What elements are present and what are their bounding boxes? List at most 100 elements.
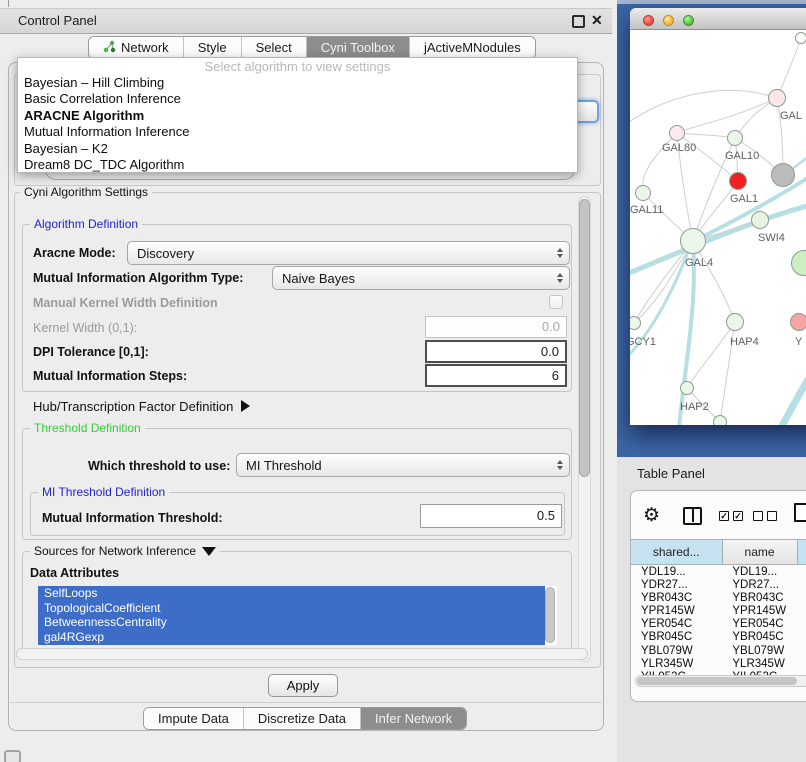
network-node[interactable]: [795, 32, 806, 44]
checked-checkbox-icon[interactable]: ✓: [733, 511, 743, 521]
kernel-width-field[interactable]: 0.0: [425, 316, 567, 338]
attribute-list-item[interactable]: BetweennessCentrality: [38, 615, 545, 630]
dpi-tolerance-field[interactable]: 0.0: [425, 340, 567, 363]
algorithm-definition-title: Algorithm Definition: [30, 218, 142, 230]
close-window-icon[interactable]: [643, 15, 654, 26]
unchecked-checkbox-icon[interactable]: [753, 511, 763, 521]
settings-hscroll-track[interactable]: [16, 648, 588, 660]
algorithm-option[interactable]: Bayesian – Hill Climbing: [18, 75, 577, 91]
tab-select[interactable]: Select: [242, 37, 307, 58]
network-canvas[interactable]: GALGAL80GAL10GAL1GAL11SWI4GAL4GCY1HAP4YH…: [630, 30, 806, 425]
node-label: GAL10: [725, 150, 759, 162]
apply-button[interactable]: Apply: [268, 674, 338, 697]
aracne-mode-select[interactable]: Discovery: [127, 241, 570, 265]
tab-jactivemnodules[interactable]: jActiveMNodules: [410, 37, 535, 58]
table-cell: YER054C: [631, 618, 722, 631]
table-row[interactable]: YPR145WYPR145W9.: [631, 605, 806, 618]
table-cell: YDL19...: [722, 566, 797, 579]
desktop-top-strip: [617, 0, 806, 4]
checked-checkbox-icon[interactable]: ✓: [719, 511, 729, 521]
control-panel-titlebar: Control Panel ✕: [0, 8, 612, 34]
attribute-list-item[interactable]: gal4RGexp: [38, 630, 545, 645]
dock-panel-icon[interactable]: [4, 750, 21, 762]
column-header[interactable]: [798, 539, 806, 565]
table-row[interactable]: YER054CYER054C8.: [631, 618, 806, 631]
table-cell: 9.: [798, 605, 806, 618]
network-node-swi4[interactable]: [751, 211, 769, 229]
tab-label: Style: [198, 40, 227, 55]
mi-threshold-field[interactable]: 0.5: [420, 504, 562, 528]
table-cell: YBL079W: [631, 645, 722, 658]
network-node[interactable]: [713, 415, 727, 425]
manual-kernel-checkbox[interactable]: [549, 295, 563, 309]
dropdown-prompt: Select algorithm to view settings: [18, 58, 577, 75]
sources-title[interactable]: Sources for Network Inference: [30, 545, 220, 557]
attribute-list-item[interactable]: SelfLoops: [38, 586, 545, 601]
gear-icon[interactable]: ⚙: [643, 504, 660, 527]
table-cell: YER054C: [722, 618, 797, 631]
collapse-down-icon: [202, 547, 216, 556]
network-window-titlebar[interactable]: [630, 8, 806, 30]
tab-impute-data[interactable]: Impute Data: [144, 708, 244, 729]
close-panel-icon[interactable]: ✕: [591, 12, 603, 29]
tab-cyni-toolbox[interactable]: Cyni Toolbox: [307, 37, 410, 58]
network-node-gal1[interactable]: [729, 172, 747, 190]
tab-style[interactable]: Style: [184, 37, 242, 58]
algorithm-option[interactable]: Basic Correlation Inference: [18, 91, 577, 107]
network-node-gal4[interactable]: [680, 228, 706, 254]
table-row[interactable]: YLR345WYLR345W9.: [631, 658, 806, 671]
split-columns-icon[interactable]: [683, 507, 702, 525]
network-icon: [103, 40, 116, 56]
mi-algorithm-type-label: Mutual Information Algorithm Type:: [33, 271, 243, 285]
mi-algorithm-type-select[interactable]: Naive Bayes: [272, 266, 570, 290]
table-cell: 9.: [798, 658, 806, 671]
mi-steps-field[interactable]: 6: [425, 364, 567, 387]
algorithm-option[interactable]: Mutual Information Inference: [18, 124, 577, 140]
settings-vscroll-thumb[interactable]: [579, 199, 590, 477]
network-node[interactable]: [771, 163, 795, 187]
mi-threshold-label: Mutual Information Threshold:: [42, 511, 223, 525]
table-cell: YPR145W: [631, 605, 722, 618]
table-row[interactable]: YDR27...YDR27...12: [631, 579, 806, 592]
tab-infer-network[interactable]: Infer Network: [361, 708, 466, 729]
float-panel-icon[interactable]: [572, 15, 585, 28]
network-view-window[interactable]: GALGAL80GAL10GAL1GAL11SWI4GAL4GCY1HAP4YH…: [630, 8, 806, 425]
tab-network[interactable]: Network: [89, 37, 184, 58]
table-row[interactable]: YBR043CYBR043C: [631, 592, 806, 605]
attribute-list-item[interactable]: TopologicalCoefficient: [38, 601, 545, 616]
column-header[interactable]: name: [723, 539, 798, 565]
algorithm-option[interactable]: Dream8 DC_TDC Algorithm: [18, 157, 577, 173]
column-header[interactable]: shared...: [631, 539, 723, 565]
network-node-gal11[interactable]: [635, 185, 651, 201]
tab-label: Select: [256, 40, 292, 55]
attributes-list-scrollbar[interactable]: [545, 587, 555, 643]
table-row[interactable]: YDL19...YDL19...13: [631, 566, 806, 579]
table-cell: YBL079W: [722, 645, 797, 658]
dpi-tolerance-label: DPI Tolerance [0,1]:: [33, 345, 149, 359]
node-label: HAP2: [680, 401, 709, 413]
table-hscroll-thumb[interactable]: [637, 677, 797, 685]
mi-threshold-title: MI Threshold Definition: [38, 486, 169, 498]
node-label: GAL1: [730, 193, 758, 205]
zoom-window-icon[interactable]: [683, 15, 694, 26]
network-node-y[interactable]: [790, 313, 806, 331]
algorithm-option[interactable]: ARACNE Algorithm: [18, 108, 577, 124]
unchecked-checkbox-icon[interactable]: [767, 511, 777, 521]
table-cell: [798, 645, 806, 658]
which-threshold-select[interactable]: MI Threshold: [236, 453, 570, 477]
network-node-hap2[interactable]: [680, 381, 694, 395]
network-node-gal80[interactable]: [669, 125, 685, 141]
table-row[interactable]: YBL079WYBL079W: [631, 645, 806, 658]
algorithm-option[interactable]: Bayesian – K2: [18, 141, 577, 157]
network-node-gal10[interactable]: [727, 130, 743, 146]
document-icon[interactable]: [794, 503, 806, 522]
tab-discretize-data[interactable]: Discretize Data: [244, 708, 361, 729]
panel-title: Control Panel: [18, 13, 97, 28]
hub-section-toggle[interactable]: Hub/Transcription Factor Definition: [33, 399, 250, 414]
minimize-window-icon[interactable]: [663, 15, 674, 26]
network-desktop: GALGAL80GAL10GAL1GAL11SWI4GAL4GCY1HAP4YH…: [617, 0, 806, 457]
network-node-hap4[interactable]: [726, 313, 744, 331]
table-row[interactable]: YBR045CYBR045C9.: [631, 631, 806, 644]
table-body: YDL19...YDL19...13YDR27...YDR27...12YBR0…: [631, 566, 806, 677]
network-node-gal[interactable]: [768, 89, 786, 107]
